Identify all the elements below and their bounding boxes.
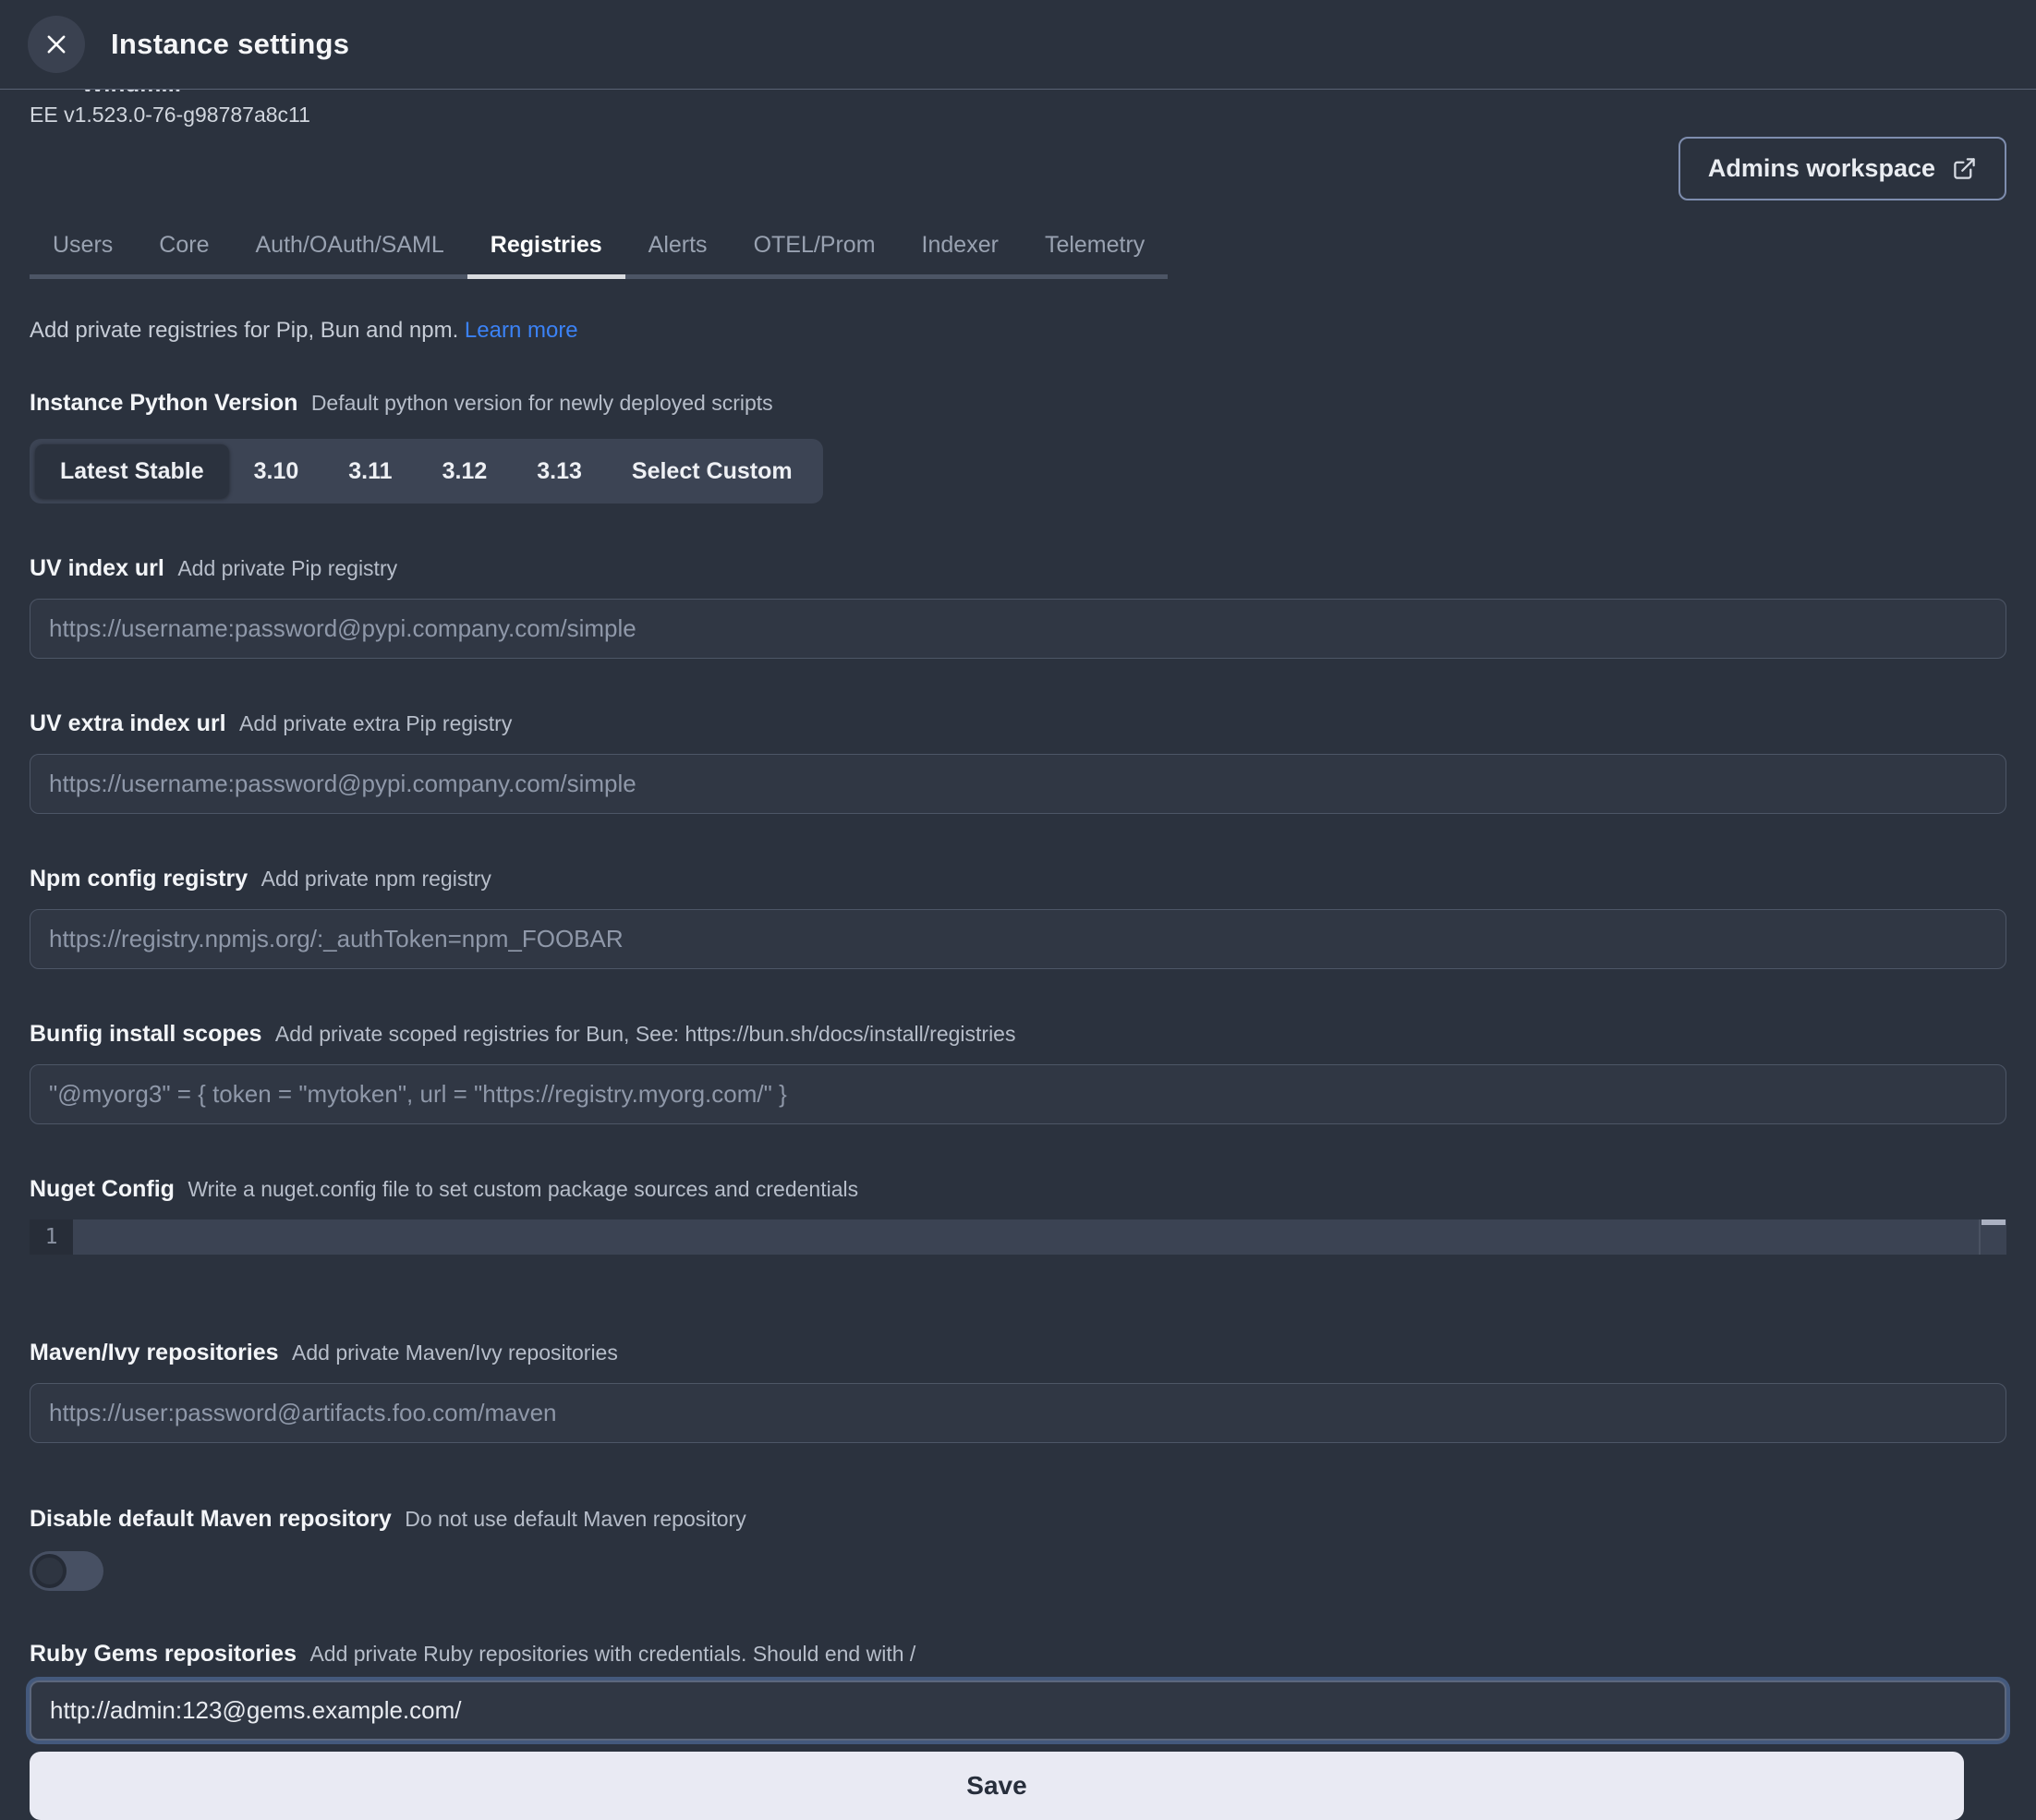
field-description: Add private scoped registries for Bun, S… [275, 1022, 1016, 1046]
close-icon [43, 31, 69, 57]
python-option-latest-stable[interactable]: Latest Stable [35, 444, 229, 498]
field-description: Add private extra Pip registry [239, 711, 512, 735]
tab-users[interactable]: Users [30, 232, 136, 279]
python-version-segmented-control: Latest Stable 3.10 3.11 3.12 3.13 Select… [30, 439, 823, 504]
python-option-3-12[interactable]: 3.12 [418, 444, 513, 498]
uv-extra-index-url-input[interactable] [30, 754, 2006, 814]
field-npm-config-registry: Npm config registry Add private npm regi… [30, 866, 2006, 969]
field-description: Default python version for newly deploye… [311, 391, 773, 415]
field-description: Write a nuget.config file to set custom … [188, 1177, 858, 1201]
tab-alerts[interactable]: Alerts [625, 232, 731, 279]
field-label-row: Bunfig install scopes Add private scoped… [30, 1021, 2006, 1048]
bunfig-install-scopes-input[interactable] [30, 1064, 2006, 1124]
page-title: Instance settings [111, 28, 349, 61]
clipped-scrolled-text: Windmill [81, 90, 2006, 97]
field-description: Add private Ruby repositories with crede… [309, 1642, 915, 1666]
intro-text: Add private registries for Pip, Bun and … [30, 318, 458, 343]
editor-scrollbar-thumb[interactable] [1981, 1219, 2006, 1225]
editor-content [73, 1225, 86, 1248]
field-uv-extra-index-url: UV extra index url Add private extra Pip… [30, 710, 2006, 814]
field-disable-default-maven: Disable default Maven repository Do not … [30, 1506, 2006, 1591]
registries-intro: Add private registries for Pip, Bun and … [30, 318, 2006, 344]
field-uv-index-url: UV index url Add private Pip registry [30, 555, 2006, 659]
edition-version-text: EE v1.523.0-76-g98787a8c11 [30, 103, 2006, 127]
field-label-row: Ruby Gems repositories Add private Ruby … [30, 1641, 2006, 1668]
editor-scrollbar-track [1979, 1219, 1981, 1255]
python-option-3-13[interactable]: 3.13 [512, 444, 607, 498]
field-label-row: UV index url Add private Pip registry [30, 555, 2006, 582]
main-content: Windmill EE v1.523.0-76-g98787a8c11 Admi… [0, 90, 2036, 1820]
field-label: UV index url [30, 555, 164, 581]
tab-auth-oauth-saml[interactable]: Auth/OAuth/SAML [232, 232, 467, 279]
tab-list: Users Core Auth/OAuth/SAML Registries Al… [30, 232, 1168, 279]
field-label: Bunfig install scopes [30, 1021, 261, 1047]
tab-otel-prom[interactable]: OTEL/Prom [731, 232, 899, 279]
tab-telemetry[interactable]: Telemetry [1022, 232, 1168, 279]
field-label: Instance Python Version [30, 390, 297, 416]
ruby-gems-repositories-input[interactable] [30, 1680, 2006, 1741]
field-label-row: Nuget Config Write a nuget.config file t… [30, 1176, 2006, 1203]
field-description: Add private Pip registry [177, 556, 397, 580]
maven-ivy-repositories-input[interactable] [30, 1383, 2006, 1443]
editor-text-area[interactable] [73, 1219, 2006, 1255]
field-label: UV extra index url [30, 710, 226, 736]
field-description: Do not use default Maven repository [405, 1507, 745, 1531]
admins-workspace-label: Admins workspace [1708, 154, 1935, 183]
tab-core[interactable]: Core [136, 232, 232, 279]
field-label: Maven/Ivy repositories [30, 1340, 279, 1365]
workspace-button-row: Admins workspace [30, 137, 2006, 200]
save-button[interactable]: Save [30, 1752, 1964, 1820]
field-label-row: Npm config registry Add private npm regi… [30, 866, 2006, 892]
field-description: Add private Maven/Ivy repositories [292, 1341, 618, 1365]
uv-index-url-input[interactable] [30, 599, 2006, 659]
field-ruby-gems-repositories: Ruby Gems repositories Add private Ruby … [30, 1641, 2006, 1741]
python-option-select-custom[interactable]: Select Custom [607, 444, 818, 498]
external-link-icon [1952, 156, 1977, 181]
field-nuget-config: Nuget Config Write a nuget.config file t… [30, 1176, 2006, 1255]
field-label-row: UV extra index url Add private extra Pip… [30, 710, 2006, 737]
field-label: Disable default Maven repository [30, 1506, 392, 1532]
field-bunfig-install-scopes: Bunfig install scopes Add private scoped… [30, 1021, 2006, 1124]
tab-bar: Users Core Auth/OAuth/SAML Registries Al… [30, 232, 2006, 279]
field-label-row: Disable default Maven repository Do not … [30, 1506, 2006, 1533]
python-option-3-11[interactable]: 3.11 [323, 444, 417, 498]
editor-line-number: 1 [30, 1219, 73, 1255]
tab-registries[interactable]: Registries [467, 232, 625, 279]
disable-default-maven-toggle[interactable] [30, 1551, 103, 1591]
admins-workspace-button[interactable]: Admins workspace [1678, 137, 2006, 200]
toggle-knob [32, 1554, 67, 1588]
python-option-3-10[interactable]: 3.10 [229, 444, 324, 498]
npm-config-registry-input[interactable] [30, 909, 2006, 969]
field-label-row: Maven/Ivy repositories Add private Maven… [30, 1340, 2006, 1366]
header: Instance settings [0, 0, 2036, 90]
field-instance-python-version: Instance Python Version Default python v… [30, 390, 2006, 504]
field-label-row: Instance Python Version Default python v… [30, 390, 2006, 417]
field-label: Npm config registry [30, 866, 248, 892]
field-label: Ruby Gems repositories [30, 1641, 297, 1667]
field-description: Add private npm registry [261, 867, 491, 891]
close-button[interactable] [28, 16, 85, 73]
field-maven-ivy-repositories: Maven/Ivy repositories Add private Maven… [30, 1340, 2006, 1443]
learn-more-link[interactable]: Learn more [465, 318, 578, 343]
tab-indexer[interactable]: Indexer [899, 232, 1022, 279]
field-label: Nuget Config [30, 1176, 175, 1202]
nuget-config-editor[interactable]: 1 [30, 1219, 2006, 1255]
